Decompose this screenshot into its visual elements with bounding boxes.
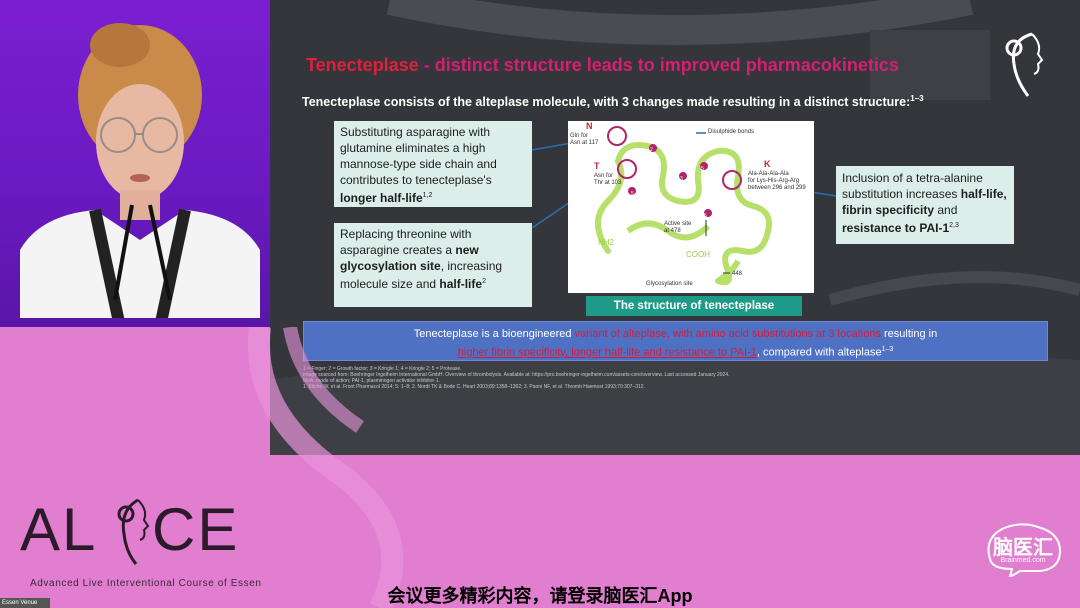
subtitle-caption: 会议更多精彩内容，请登录脑医汇App: [387, 586, 693, 606]
venue-label: Essen Venue: [0, 598, 50, 608]
label-t: T: [594, 161, 600, 171]
svg-text:AL: AL: [20, 496, 97, 563]
label-t-detail: Asn for Thr at 103: [594, 173, 622, 186]
label-active-site: Active site at 478: [664, 221, 692, 234]
domain-number-label: 2: [650, 147, 653, 153]
label-glycosylation: Glycosylation site: [646, 281, 693, 287]
domain-number-label: 5: [631, 191, 634, 197]
label-k: K: [764, 159, 771, 169]
domain-number-label: 1: [624, 169, 627, 175]
platform-domain: Brainmed.com: [1000, 557, 1046, 564]
label-nh2: NH2: [598, 238, 615, 247]
domain-number-label: 3: [680, 176, 683, 182]
label-k-detail: Ala-Ala-Ala-Ala for Lys-His-Arg-Arg betw…: [748, 171, 806, 191]
tenecteplase-structure-diagram: N Gln for Asn at 117 T Asn for Thr at 10…: [568, 121, 814, 293]
domain-number-label: 4: [726, 179, 729, 185]
domain-number-label: 5: [701, 166, 704, 172]
protein-chain-drawing: [595, 126, 772, 286]
domain-number-label: 5: [704, 213, 707, 219]
diagram-caption: The structure of tenecteplase: [586, 296, 802, 316]
label-cooh: COOH: [686, 250, 710, 259]
label-disulphide: Disulphide bonds: [708, 129, 755, 135]
label-n: N: [586, 121, 593, 131]
platform-logo: 脑医汇 Brainmed.com: [980, 519, 1066, 577]
platform-name: 脑医汇: [993, 537, 1053, 559]
label-448: 448: [732, 271, 743, 277]
alice-logo-mark: AL CE: [20, 496, 239, 565]
svg-text:CE: CE: [152, 496, 239, 563]
speaker-video: [0, 0, 270, 327]
label-n-detail: Gln for Asn at 117: [570, 133, 599, 146]
speaker-illustration: [0, 23, 270, 327]
alice-logo: AL CE: [20, 488, 260, 568]
